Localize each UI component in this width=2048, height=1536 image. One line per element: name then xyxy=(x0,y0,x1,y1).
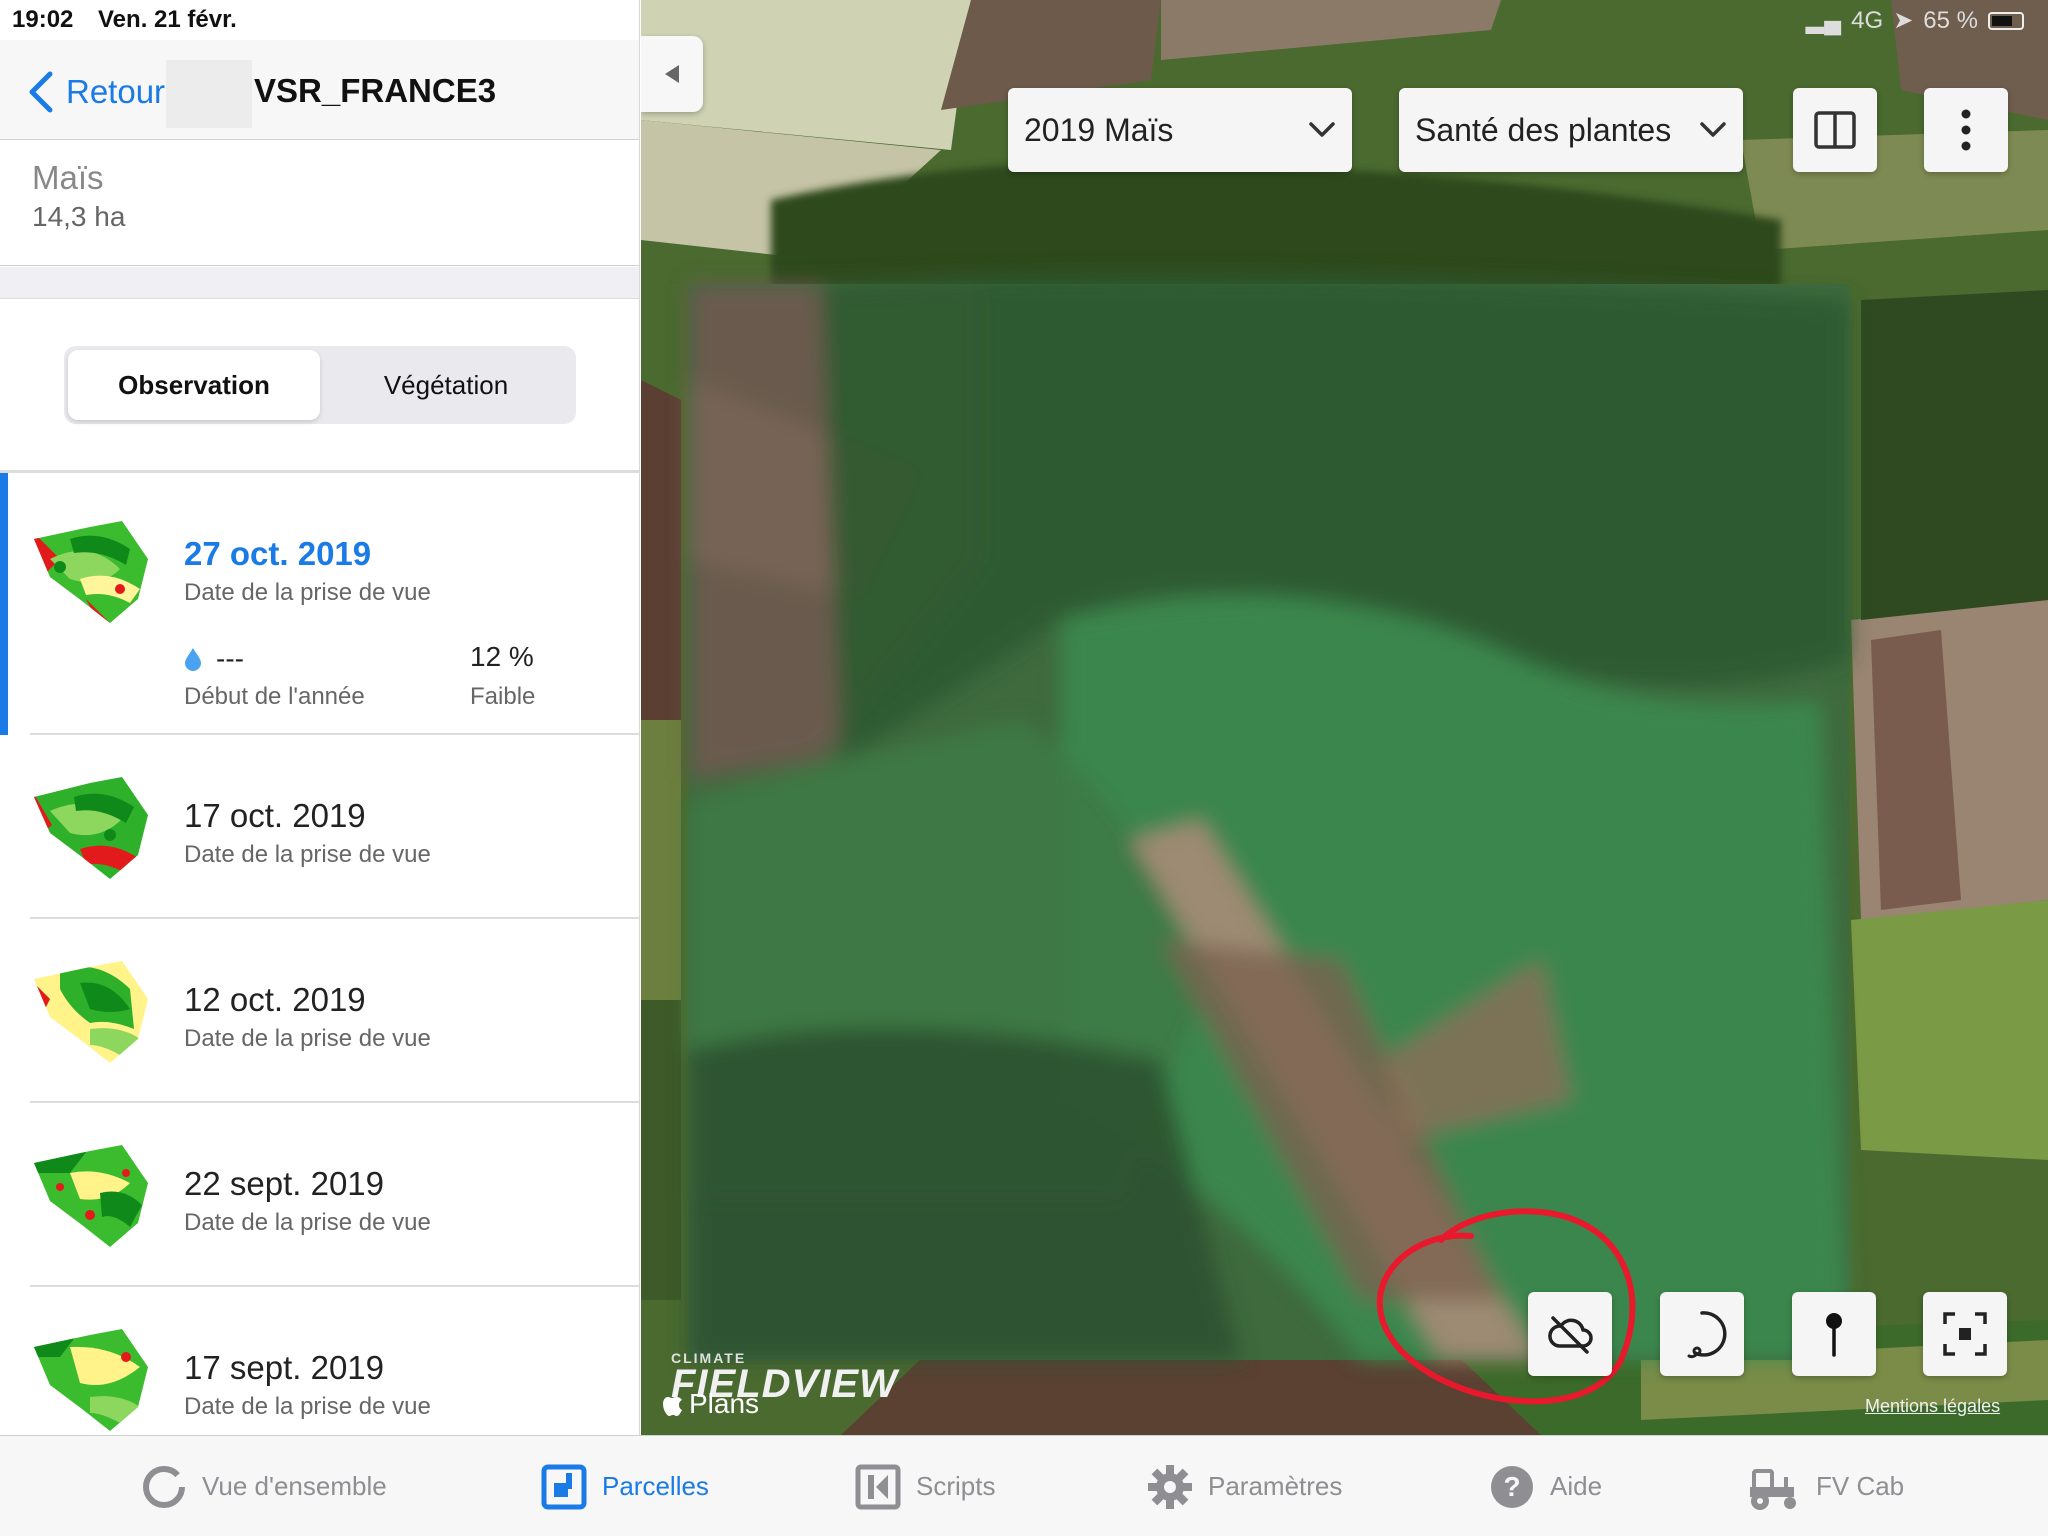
water-drop-icon xyxy=(185,648,201,671)
tab-label: FV Cab xyxy=(1816,1471,1905,1501)
observation-date: 22 sept. 2019 xyxy=(184,1165,384,1202)
moisture-value: --- xyxy=(184,643,244,675)
season-dropdown[interactable]: 2019 Maïs xyxy=(1008,88,1352,172)
lasso-select-button[interactable] xyxy=(1660,1292,1744,1376)
overview-ring-icon xyxy=(143,1465,185,1508)
tab-scripts[interactable]: Scripts xyxy=(854,1436,995,1536)
lasso-icon xyxy=(1687,1311,1727,1359)
status-time: 19:02 xyxy=(12,6,74,33)
more-vertical-icon xyxy=(1961,109,1971,151)
apple-logo-icon xyxy=(663,1391,682,1416)
chevron-down-icon xyxy=(1309,122,1335,137)
back-label: Retour xyxy=(66,73,166,110)
tab-fv-cab[interactable]: FV Cab xyxy=(1746,1436,1904,1536)
signal-icon: ▂▄ xyxy=(1805,7,1842,34)
svg-text:?: ? xyxy=(1503,1471,1520,1502)
observation-date: 17 sept. 2019 xyxy=(184,1349,384,1386)
scripts-icon xyxy=(855,1464,901,1509)
crop-area: 14,3 ha xyxy=(32,201,126,232)
field-health-thumbnail xyxy=(34,777,148,879)
observation-date-caption: Date de la prise de vue xyxy=(184,841,431,868)
observation-list: 27 oct. 2019 Date de la prise de vue ---… xyxy=(0,473,639,1435)
tab-label: Parcelles xyxy=(602,1471,709,1501)
selection-indicator xyxy=(0,473,8,735)
field-health-thumbnail xyxy=(34,521,148,623)
field-health-thumbnail xyxy=(34,961,148,1063)
network-type: 4G xyxy=(1851,6,1884,34)
observation-item[interactable]: 17 sept. 2019 Date de la prise de vue xyxy=(0,1287,639,1435)
tab-overview[interactable]: Vue d'ensemble xyxy=(140,1436,387,1536)
logo-climate-text: CLIMATE xyxy=(671,1350,747,1366)
status-date: Ven. 21 févr. xyxy=(98,6,237,33)
crop-summary: Maïs 14,3 ha xyxy=(0,141,639,266)
status-bar: 19:02 Ven. 21 févr. xyxy=(0,0,639,40)
triangle-left-icon xyxy=(665,65,679,83)
observation-date: 17 oct. 2019 xyxy=(184,797,366,834)
observation-date: 12 oct. 2019 xyxy=(184,981,366,1018)
chevron-left-icon xyxy=(29,71,53,113)
tab-label: Scripts xyxy=(916,1471,996,1501)
tractor-icon xyxy=(1750,1468,1796,1510)
segment-observation[interactable]: Observation xyxy=(68,350,320,420)
field-health-thumbnail xyxy=(34,1329,148,1431)
split-view-icon xyxy=(1814,111,1856,149)
collapse-panel-button[interactable] xyxy=(641,36,703,112)
gear-icon xyxy=(1148,1464,1192,1509)
cloud-percent-caption: Faible xyxy=(470,683,536,710)
tab-label: Aide xyxy=(1550,1471,1603,1501)
apple-plans-attribution: Plans xyxy=(663,1388,759,1420)
drop-pin-button[interactable] xyxy=(1792,1292,1876,1376)
observation-date-caption: Date de la prise de vue xyxy=(184,1393,431,1420)
moisture-value-text: --- xyxy=(216,643,244,674)
back-button[interactable]: Retour xyxy=(26,70,165,114)
split-view-button[interactable] xyxy=(1793,88,1877,172)
field-detail-panel: 19:02 Ven. 21 févr. Retour VSR_FRANCE3 M… xyxy=(0,0,640,1435)
observation-item[interactable]: 12 oct. 2019 Date de la prise de vue xyxy=(0,919,639,1103)
legal-notice-link[interactable]: Mentions légales xyxy=(1865,1396,2000,1417)
observation-item[interactable]: 17 oct. 2019 Date de la prise de vue xyxy=(0,735,639,919)
focus-frame-icon xyxy=(1943,1312,1987,1356)
moisture-caption: Début de l'année xyxy=(184,683,365,710)
more-options-button[interactable] xyxy=(1924,88,2008,172)
cloud-percent: 12 % xyxy=(470,641,534,672)
cloud-filter-button[interactable] xyxy=(1528,1292,1612,1376)
tab-help[interactable]: ? Aide xyxy=(1488,1436,1602,1536)
navigation-bar: Retour VSR_FRANCE3 xyxy=(0,40,639,140)
observation-date-caption: Date de la prise de vue xyxy=(184,1025,431,1052)
season-dropdown-value: 2019 Maïs xyxy=(1024,111,1174,148)
layer-dropdown-value: Santé des plantes xyxy=(1415,111,1672,148)
app-root: 19:02 Ven. 21 févr. Retour VSR_FRANCE3 M… xyxy=(0,0,2048,1536)
satellite-imagery xyxy=(641,0,2048,1435)
observation-date: 27 oct. 2019 xyxy=(184,535,372,572)
battery-icon xyxy=(1988,11,2024,30)
bottom-tab-bar: Vue d'ensemble Parcelles Scripts Paramèt… xyxy=(0,1435,2048,1536)
tab-label: Paramètres xyxy=(1208,1471,1343,1501)
observation-date-caption: Date de la prise de vue xyxy=(184,1209,431,1236)
tab-settings[interactable]: Paramètres xyxy=(1146,1436,1342,1536)
observation-date-caption: Date de la prise de vue xyxy=(184,579,431,606)
battery-percent: 65 % xyxy=(1923,6,1978,34)
observation-item[interactable]: 22 sept. 2019 Date de la prise de vue xyxy=(0,1103,639,1287)
fit-to-field-button[interactable] xyxy=(1923,1292,2007,1376)
chevron-down-icon xyxy=(1700,122,1726,137)
field-health-thumbnail xyxy=(34,1145,148,1247)
help-icon: ? xyxy=(1491,1465,1533,1508)
section-divider xyxy=(0,267,639,299)
location-icon: ➤ xyxy=(1893,7,1914,34)
cloud-off-icon xyxy=(1548,1316,1593,1354)
status-bar-right: ▂▄ 4G ➤ 65 % xyxy=(1806,6,2024,35)
view-segmented-control: Observation Végétation xyxy=(64,346,576,424)
segment-vegetation[interactable]: Végétation xyxy=(320,350,572,420)
satellite-map[interactable]: ▂▄ 4G ➤ 65 % 2019 Maïs Santé des plantes xyxy=(641,0,2048,1435)
crop-name: Maïs xyxy=(32,159,104,196)
tab-label: Vue d'ensemble xyxy=(202,1471,387,1501)
tab-fields[interactable]: Parcelles xyxy=(540,1436,709,1536)
pin-icon xyxy=(1826,1313,1842,1357)
field-title: VSR_FRANCE3 xyxy=(254,72,497,109)
plans-label: Plans xyxy=(689,1388,760,1419)
layer-dropdown[interactable]: Santé des plantes xyxy=(1399,88,1743,172)
observation-item[interactable]: 27 oct. 2019 Date de la prise de vue ---… xyxy=(0,473,639,735)
redacted-area xyxy=(166,60,252,128)
fields-icon xyxy=(541,1464,587,1509)
